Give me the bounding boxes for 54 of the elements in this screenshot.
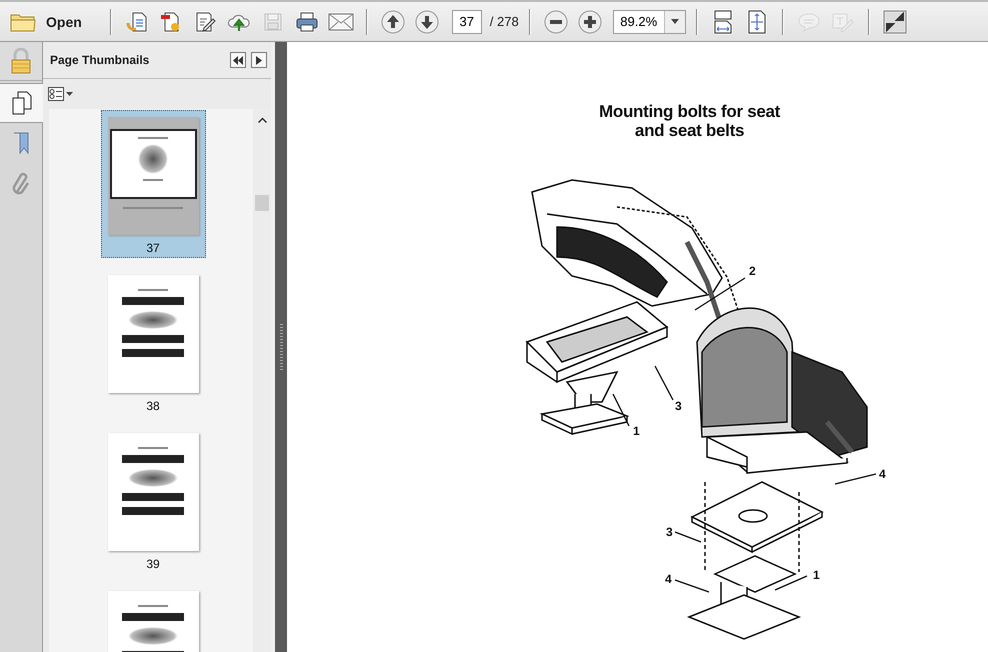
plus-icon <box>578 10 602 34</box>
printer-icon <box>294 10 319 32</box>
pages-icon <box>12 91 32 115</box>
document-pen-icon <box>194 10 216 32</box>
leader-line <box>694 277 746 311</box>
folder-icon <box>10 12 36 32</box>
panel-splitter[interactable] <box>271 42 287 652</box>
thumbnail-item[interactable]: 37 <box>100 110 206 258</box>
callout-number: 1 <box>813 568 820 582</box>
page-number-label: 37 <box>146 240 160 257</box>
expand-arrows-icon <box>882 10 907 34</box>
callout-number: 3 <box>675 399 682 413</box>
fit-page-icon <box>748 10 766 34</box>
double-left-arrow-icon <box>233 56 243 64</box>
leader-line <box>654 366 674 400</box>
leader-line <box>612 394 630 426</box>
collapse-button[interactable] <box>230 52 246 68</box>
fit-width-icon <box>714 10 732 34</box>
envelope-icon <box>328 12 354 30</box>
open-button[interactable]: Open <box>6 8 86 34</box>
callout-number: 3 <box>666 525 673 539</box>
scrollbar-thumb[interactable] <box>255 195 269 211</box>
caret-icon <box>670 19 679 24</box>
page-heading: Mounting bolts for seat and seat belts <box>599 102 780 140</box>
page-number-label: 38 <box>146 398 160 415</box>
thumbnail-item[interactable]: 38 <box>100 268 206 416</box>
callout-number: 2 <box>749 264 756 278</box>
document-arrow-icon <box>126 10 148 32</box>
bookmark-icon <box>12 131 30 155</box>
leader-line <box>834 473 876 485</box>
zoom-dropdown[interactable]: 89.2% <box>612 10 686 34</box>
callout-number: 4 <box>879 467 886 481</box>
paperclip-icon <box>12 170 30 196</box>
minus-icon <box>544 10 568 34</box>
scroll-up-icon[interactable] <box>258 117 266 123</box>
text-pen-icon <box>832 12 854 32</box>
panel-title: Page Thumbnails <box>50 53 150 67</box>
callout-number: 4 <box>665 572 672 586</box>
padlock-icon <box>10 48 32 74</box>
page-number-field[interactable]: 37 <box>452 10 482 34</box>
thumbnail-item[interactable]: 39 <box>100 426 206 574</box>
leader-line <box>774 575 808 591</box>
page-count: / 278 <box>490 14 519 29</box>
leader-line <box>674 579 710 593</box>
options-menu-button[interactable] <box>48 87 74 101</box>
page-number-label: 39 <box>146 556 160 573</box>
callout-number: 1 <box>633 424 640 438</box>
pages-tab[interactable] <box>0 83 43 123</box>
speech-bubble-icon <box>798 12 820 32</box>
document-gear-icon <box>160 10 182 32</box>
right-arrow-icon <box>256 56 262 64</box>
leader-line <box>674 531 702 543</box>
expand-button[interactable] <box>251 52 267 68</box>
list-options-icon <box>48 87 74 101</box>
